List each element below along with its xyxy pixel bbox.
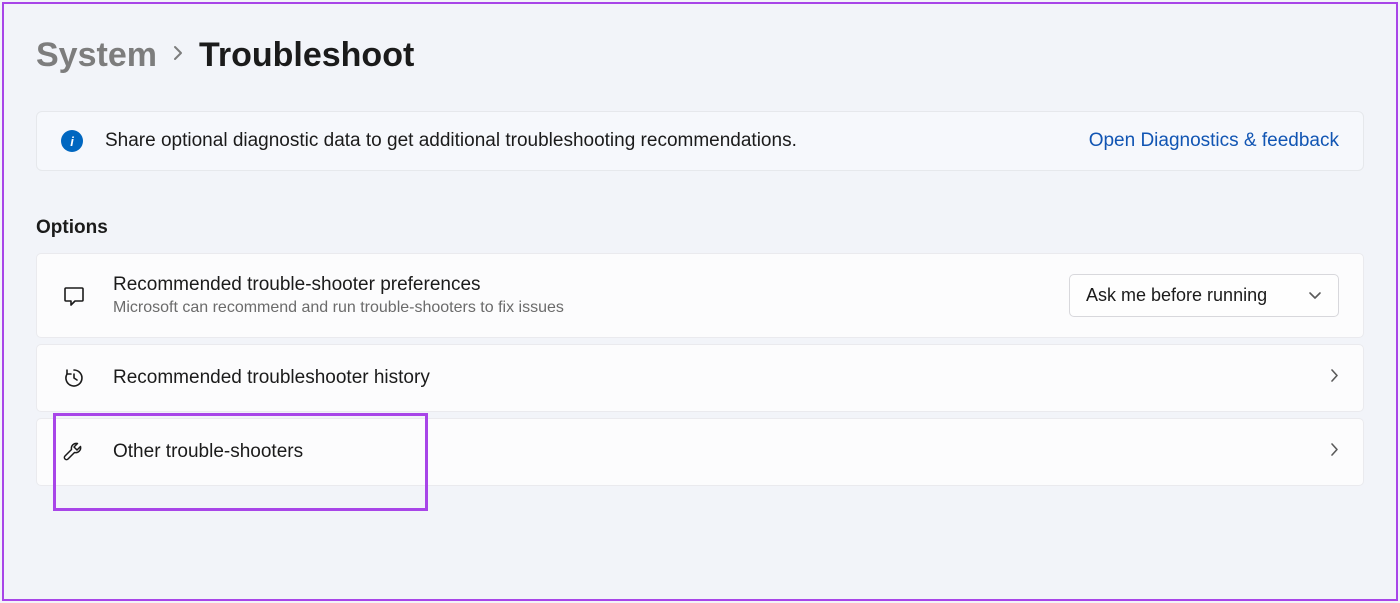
settings-window: System Troubleshoot i Share optional dia… [2,2,1398,601]
options-section-title: Options [36,217,1364,239]
breadcrumb-parent[interactable]: System [36,36,157,75]
breadcrumb-current: Troubleshoot [199,36,414,75]
open-diagnostics-link[interactable]: Open Diagnostics & feedback [1089,130,1339,152]
breadcrumb: System Troubleshoot [36,36,1364,75]
wrench-icon [61,439,87,465]
info-banner-text: Share optional diagnostic data to get ad… [105,130,1065,152]
info-icon: i [61,130,83,152]
chevron-right-icon [1330,442,1339,462]
history-icon [61,365,87,391]
comment-icon [61,283,87,309]
option-texts: Recommended trouble-shooter preferences … [113,274,1069,317]
info-banner: i Share optional diagnostic data to get … [36,111,1364,171]
other-troubleshooters-card[interactable]: Other trouble-shooters [36,418,1364,486]
chevron-down-icon [1308,287,1322,305]
preferences-subtitle: Microsoft can recommend and run trouble-… [113,299,1069,317]
troubleshooter-history-card[interactable]: Recommended troubleshooter history [36,344,1364,412]
history-title: Recommended troubleshooter history [113,367,1330,389]
chevron-right-icon [173,45,183,67]
other-title: Other trouble-shooters [113,441,1330,463]
option-texts: Other trouble-shooters [113,441,1330,463]
recommended-preferences-card: Recommended trouble-shooter preferences … [36,253,1364,338]
chevron-right-icon [1330,368,1339,388]
preferences-title: Recommended trouble-shooter preferences [113,274,1069,296]
option-texts: Recommended troubleshooter history [113,367,1330,389]
preferences-dropdown[interactable]: Ask me before running [1069,274,1339,317]
dropdown-value: Ask me before running [1086,285,1267,306]
